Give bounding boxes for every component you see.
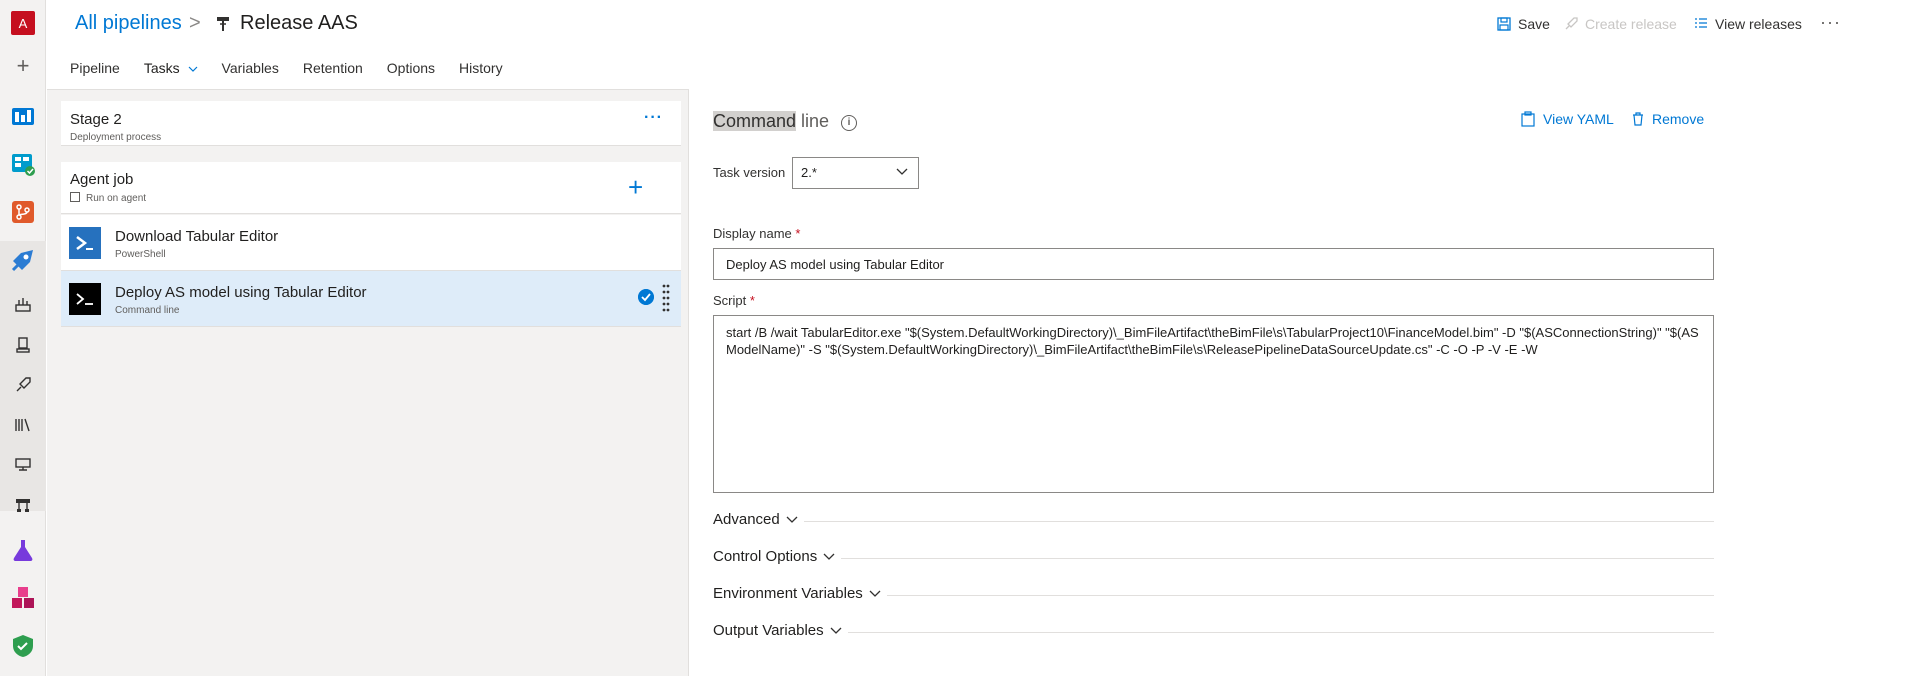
view-releases-button[interactable]: View releases xyxy=(1694,16,1802,32)
overview-icon[interactable] xyxy=(11,104,35,128)
display-name-label-text: Display name xyxy=(713,226,792,241)
pipeline-title[interactable]: Release AAS xyxy=(240,12,358,35)
section-label: Environment Variables xyxy=(713,585,863,602)
script-label: Script * xyxy=(713,293,755,308)
script-label-text: Script xyxy=(713,293,747,308)
stage-header[interactable]: Stage 2 Deployment process ··· xyxy=(61,101,681,146)
agent-job-row[interactable]: Agent job Run on agent + xyxy=(61,162,681,214)
task-version-label: Task version xyxy=(713,165,786,180)
required-indicator: * xyxy=(749,293,755,308)
environment-variables-section[interactable]: Environment Variables xyxy=(713,585,1714,605)
agent-icon xyxy=(70,192,80,202)
tab-tasks[interactable]: Tasks xyxy=(143,60,198,94)
task-details-title: Command line xyxy=(713,111,829,132)
tab-options[interactable]: Options xyxy=(387,60,435,88)
add-task-icon[interactable]: + xyxy=(628,172,643,203)
task-groups-icon[interactable] xyxy=(14,456,32,474)
view-yaml-button[interactable]: View YAML xyxy=(1521,111,1614,127)
boards-icon[interactable] xyxy=(11,152,35,176)
pipelines-icon[interactable] xyxy=(11,248,35,272)
rocket-icon xyxy=(1565,17,1578,30)
new-project-icon[interactable]: + xyxy=(12,55,34,78)
display-name-label: Display name * xyxy=(713,226,800,241)
repos-icon[interactable] xyxy=(11,200,35,224)
save-label: Save xyxy=(1518,16,1550,32)
deployment-groups-icon[interactable] xyxy=(14,496,32,514)
remove-label: Remove xyxy=(1652,111,1705,127)
builds-icon[interactable] xyxy=(14,296,32,314)
task-list-panel: Stage 2 Deployment process ··· Agent job… xyxy=(47,89,688,676)
task-row-selected[interactable]: Deploy AS model using Tabular Editor Com… xyxy=(61,271,681,327)
checkmark-icon[interactable] xyxy=(638,289,654,305)
task-type: PowerShell xyxy=(115,249,166,260)
pipeline-tabs: Pipeline Tasks Variables Retention Optio… xyxy=(70,60,527,94)
organization-avatar[interactable]: A xyxy=(11,11,35,35)
task-details-panel: Command line i View YAML Remove Task ver… xyxy=(689,89,1918,676)
artifacts-icon[interactable] xyxy=(11,586,35,610)
control-options-section[interactable]: Control Options xyxy=(713,548,1714,568)
command-line-icon xyxy=(69,283,101,315)
tab-pipeline[interactable]: Pipeline xyxy=(70,60,120,88)
section-label: Control Options xyxy=(713,548,818,565)
chevron-down-icon xyxy=(188,66,197,72)
chevron-down-icon xyxy=(830,627,842,634)
tab-variables[interactable]: Variables xyxy=(222,60,279,88)
environments-icon[interactable] xyxy=(14,336,32,354)
task-title-highlight: Command xyxy=(713,111,797,131)
chevron-down-icon xyxy=(896,168,908,175)
agent-job-subtitle: Run on agent xyxy=(86,193,147,204)
stage-name: Stage 2 xyxy=(70,111,122,128)
left-navigation-rail: A + xyxy=(0,0,46,676)
task-version-value: 2.* xyxy=(801,165,817,180)
breadcrumb-separator-icon: > xyxy=(189,12,201,34)
stage-subtitle: Deployment process xyxy=(70,132,162,143)
chevron-down-icon xyxy=(786,516,798,523)
chevron-down-icon xyxy=(869,590,881,597)
task-name: Deploy AS model using Tabular Editor xyxy=(115,284,367,301)
create-release-label: Create release xyxy=(1585,16,1677,32)
task-name: Download Tabular Editor xyxy=(115,228,279,245)
drag-handle-icon[interactable] xyxy=(662,283,670,313)
remove-button[interactable]: Remove xyxy=(1632,111,1704,127)
task-row[interactable]: Download Tabular Editor PowerShell xyxy=(61,215,681,271)
view-yaml-label: View YAML xyxy=(1543,111,1614,127)
releases-icon[interactable] xyxy=(14,376,32,394)
release-pipeline-icon xyxy=(217,17,229,31)
info-icon[interactable]: i xyxy=(841,115,857,131)
display-name-input[interactable]: Deploy AS model using Tabular Editor xyxy=(713,248,1714,280)
security-shield-icon[interactable] xyxy=(11,634,35,658)
chevron-down-icon xyxy=(823,553,835,560)
section-divider xyxy=(713,632,1714,633)
page-header: All pipelines > Release AAS Save Create … xyxy=(46,0,1918,50)
powershell-icon xyxy=(69,227,101,259)
stage-more-icon[interactable]: ··· xyxy=(644,109,663,127)
section-label: Advanced xyxy=(713,511,780,528)
save-icon xyxy=(1497,17,1511,31)
section-label: Output Variables xyxy=(713,622,824,639)
advanced-section[interactable]: Advanced xyxy=(713,511,1714,531)
create-release-button[interactable]: Create release xyxy=(1564,16,1677,32)
view-releases-label: View releases xyxy=(1715,16,1802,32)
section-divider xyxy=(713,521,1714,522)
breadcrumb-all-pipelines[interactable]: All pipelines xyxy=(75,12,182,35)
script-textarea[interactable]: start /B /wait TabularEditor.exe "$(Syst… xyxy=(713,315,1714,493)
tab-tasks-label: Tasks xyxy=(143,60,180,76)
task-version-dropdown[interactable]: 2.* xyxy=(792,157,919,189)
clipboard-icon xyxy=(1521,111,1535,127)
section-divider xyxy=(713,558,1714,559)
task-title-rest: line xyxy=(796,111,830,131)
more-actions-icon[interactable]: ··· xyxy=(1820,12,1841,33)
save-button[interactable]: Save xyxy=(1497,16,1550,32)
agent-job-name: Agent job xyxy=(70,171,134,188)
test-plans-icon[interactable] xyxy=(11,538,35,562)
list-icon xyxy=(1695,18,1707,28)
library-icon[interactable] xyxy=(14,416,32,434)
tab-history[interactable]: History xyxy=(459,60,503,88)
trash-icon xyxy=(1633,112,1643,126)
required-indicator: * xyxy=(795,226,801,241)
task-type: Command line xyxy=(115,305,180,316)
tab-retention[interactable]: Retention xyxy=(303,60,363,88)
output-variables-section[interactable]: Output Variables xyxy=(713,622,1714,642)
